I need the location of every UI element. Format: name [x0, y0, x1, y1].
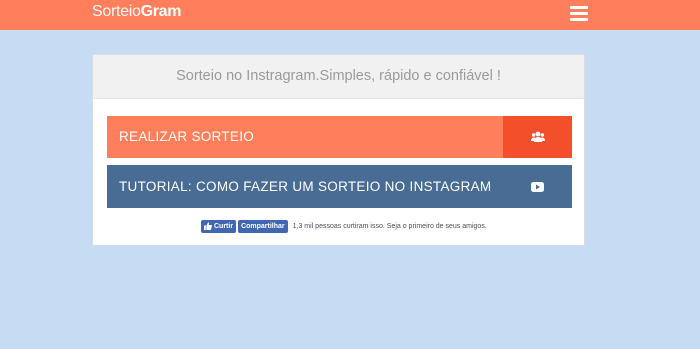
top-navbar: SorteioGram	[0, 0, 700, 30]
facebook-like-widget: Curtir Compartilhar 1,3 mil pessoas curt…	[201, 219, 487, 233]
tutorial-button[interactable]: TUTORIAL: COMO FAZER UM SORTEIO NO INSTA…	[107, 165, 572, 208]
realizar-sorteio-label: REALIZAR SORTEIO	[119, 129, 255, 144]
users-icon	[503, 116, 572, 158]
brand-logo-bold: Gram	[140, 3, 182, 20]
tutorial-label: TUTORIAL: COMO FAZER UM SORTEIO NO INSTA…	[119, 179, 492, 194]
brand-logo-light: Sorteio	[92, 3, 141, 20]
facebook-share-button[interactable]: Compartilhar	[238, 219, 288, 233]
realizar-sorteio-button[interactable]: REALIZAR SORTEIO	[107, 116, 572, 158]
facebook-like-label: Curtir	[214, 222, 234, 230]
hamburger-menu-icon[interactable]	[570, 6, 588, 21]
facebook-like-button[interactable]: Curtir	[201, 219, 237, 233]
youtube-play-icon	[503, 165, 572, 208]
brand-logo[interactable]: SorteioGram	[92, 2, 182, 22]
facebook-social-text: 1,3 mil pessoas curtiram isso. Seja o pr…	[292, 222, 487, 230]
tagline: Sorteio no Instragram.Simples, rápido e …	[93, 55, 584, 99]
facebook-share-label: Compartilhar	[241, 222, 285, 230]
main-card: Sorteio no Instragram.Simples, rápido e …	[92, 54, 585, 246]
thumbs-up-icon	[204, 222, 212, 230]
